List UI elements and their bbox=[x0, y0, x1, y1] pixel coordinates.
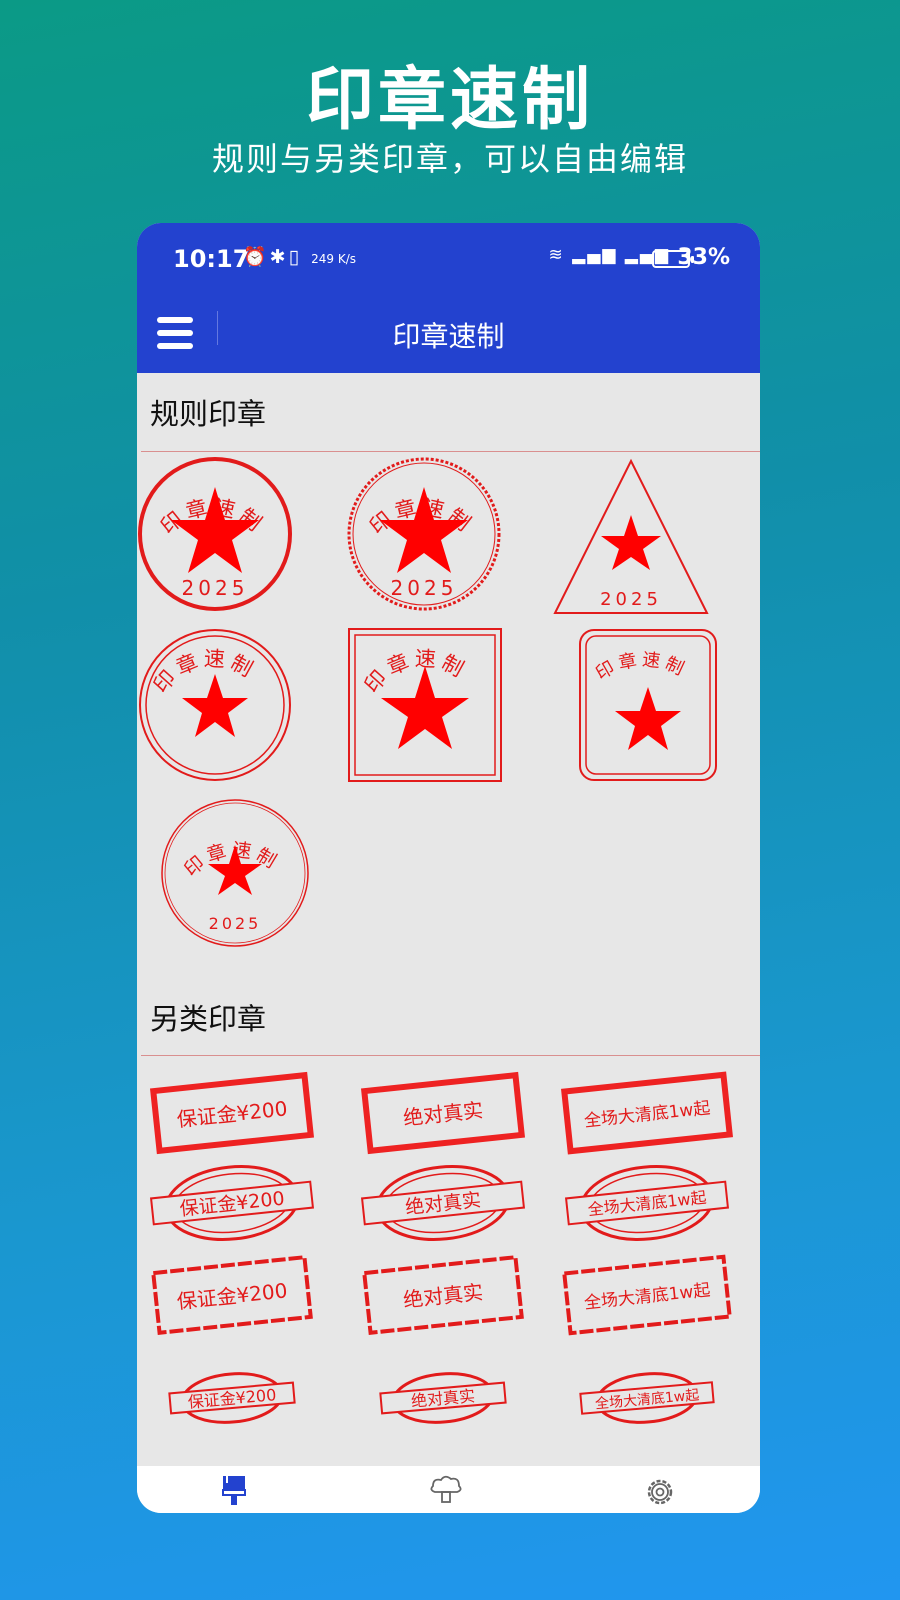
tab-brush[interactable] bbox=[219, 1474, 251, 1513]
seal-rounded-square[interactable]: 印章速制 bbox=[579, 629, 717, 781]
svg-text:印章速制: 印章速制 bbox=[592, 649, 690, 684]
svg-text:2025: 2025 bbox=[209, 914, 262, 933]
svg-text:保证金¥200: 保证金¥200 bbox=[176, 1096, 289, 1131]
svg-text:全场大清底1w起: 全场大清底1w起 bbox=[583, 1098, 711, 1131]
svg-text:绝对真实: 绝对真实 bbox=[402, 1280, 484, 1312]
brush-icon bbox=[222, 1476, 246, 1505]
seal-circle-thin[interactable]: 印章速制 2025 bbox=[161, 799, 309, 947]
svg-text:印章速制: 印章速制 bbox=[149, 647, 260, 698]
promo-subtitle: 规则与另类印章，可以自由编辑 bbox=[211, 140, 688, 178]
section-divider bbox=[141, 1055, 760, 1056]
svg-text:全场大清底1w起: 全场大清底1w起 bbox=[583, 1280, 711, 1313]
novelty-seal-rough-2[interactable]: 绝对真实 bbox=[362, 1255, 524, 1335]
novelty-seal-rect-2[interactable]: 绝对真实 bbox=[360, 1071, 526, 1155]
stamp-icon bbox=[430, 1475, 462, 1503]
bottom-tab-bar bbox=[137, 1466, 760, 1513]
tab-settings[interactable] bbox=[641, 1474, 679, 1513]
svg-text:2025: 2025 bbox=[182, 576, 249, 600]
gear-icon bbox=[647, 1479, 673, 1505]
svg-text:绝对真实: 绝对真实 bbox=[402, 1098, 484, 1130]
promo-title: 印章速制 bbox=[305, 61, 594, 140]
novelty-seal-ellipse-1[interactable]: 保证金¥200 bbox=[149, 1159, 316, 1247]
novelty-seal-rect-3[interactable]: 全场大清底1w起 bbox=[561, 1071, 733, 1155]
seal-circle-thick[interactable]: 印章速制 2025 bbox=[138, 457, 292, 611]
svg-text:印章速制: 印章速制 bbox=[360, 647, 471, 698]
section-title-novelty: 另类印章 bbox=[150, 1002, 267, 1036]
novelty-seal-rect-1[interactable]: 保证金¥200 bbox=[149, 1071, 315, 1155]
seal-square[interactable]: 印章速制 bbox=[348, 628, 502, 782]
svg-text:保证金¥200: 保证金¥200 bbox=[187, 1385, 277, 1412]
phone-screen: 10:17 ⏰✱▯ 249 K/s ≋ ▂▄▆ ▂▄▆ 33% 印章速制 规则印… bbox=[137, 223, 760, 1513]
novelty-seal-rough-3[interactable]: 全场大清底1w起 bbox=[562, 1254, 732, 1336]
novelty-seal-small-2[interactable]: 绝对真实 bbox=[379, 1369, 507, 1428]
seal-circle-double[interactable]: 印章速制 bbox=[139, 629, 291, 781]
seal-triangle[interactable]: 2025 bbox=[553, 458, 709, 614]
novelty-seal-small-1[interactable]: 保证金¥200 bbox=[168, 1369, 296, 1428]
tab-stamp[interactable] bbox=[427, 1474, 465, 1510]
svg-text:2025: 2025 bbox=[391, 576, 458, 600]
novelty-seals-grid: 保证金¥200 绝对真实 全场大清底1w起 保证金¥200 绝对真实 全场大清底… bbox=[149, 1071, 733, 1428]
seal-circle-serrated[interactable]: 印章速制 2025 bbox=[347, 457, 501, 611]
novelty-seal-small-3[interactable]: 全场大清底1w起 bbox=[579, 1368, 715, 1427]
novelty-seal-ellipse-3[interactable]: 全场大清底1w起 bbox=[564, 1159, 731, 1247]
novelty-seal-ellipse-2[interactable]: 绝对真实 bbox=[360, 1159, 527, 1247]
svg-text:2025: 2025 bbox=[600, 589, 662, 610]
novelty-seal-rough-1[interactable]: 保证金¥200 bbox=[151, 1255, 313, 1335]
svg-text:保证金¥200: 保证金¥200 bbox=[176, 1278, 289, 1313]
